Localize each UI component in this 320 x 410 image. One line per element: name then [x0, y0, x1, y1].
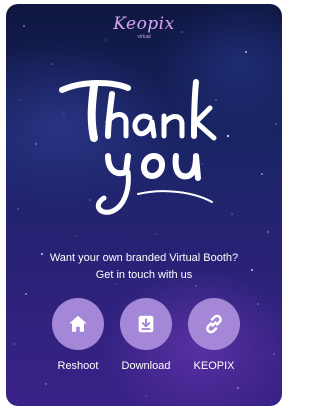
promo-text: Want your own branded Virtual Booth? Get…	[6, 250, 282, 284]
thank-you-lettering-image	[59, 79, 217, 215]
promo-line-2: Get in touch with us	[95, 269, 193, 281]
brand-logo: Keopix	[113, 14, 175, 34]
home-icon	[69, 315, 87, 332]
link-icon	[206, 314, 222, 334]
keopix-link-button[interactable]	[188, 298, 240, 350]
brand-tagline: virtual	[137, 34, 151, 40]
keopix-label[interactable]: KEOPIX	[174, 360, 254, 372]
download-icon	[138, 315, 154, 333]
reshoot-button[interactable]	[52, 298, 104, 350]
download-button[interactable]	[120, 298, 172, 350]
thank-you-card: Keopix virtual Want your own branded Vir…	[6, 4, 282, 406]
promo-line-1: Want your own branded Virtual Booth?	[49, 252, 239, 264]
